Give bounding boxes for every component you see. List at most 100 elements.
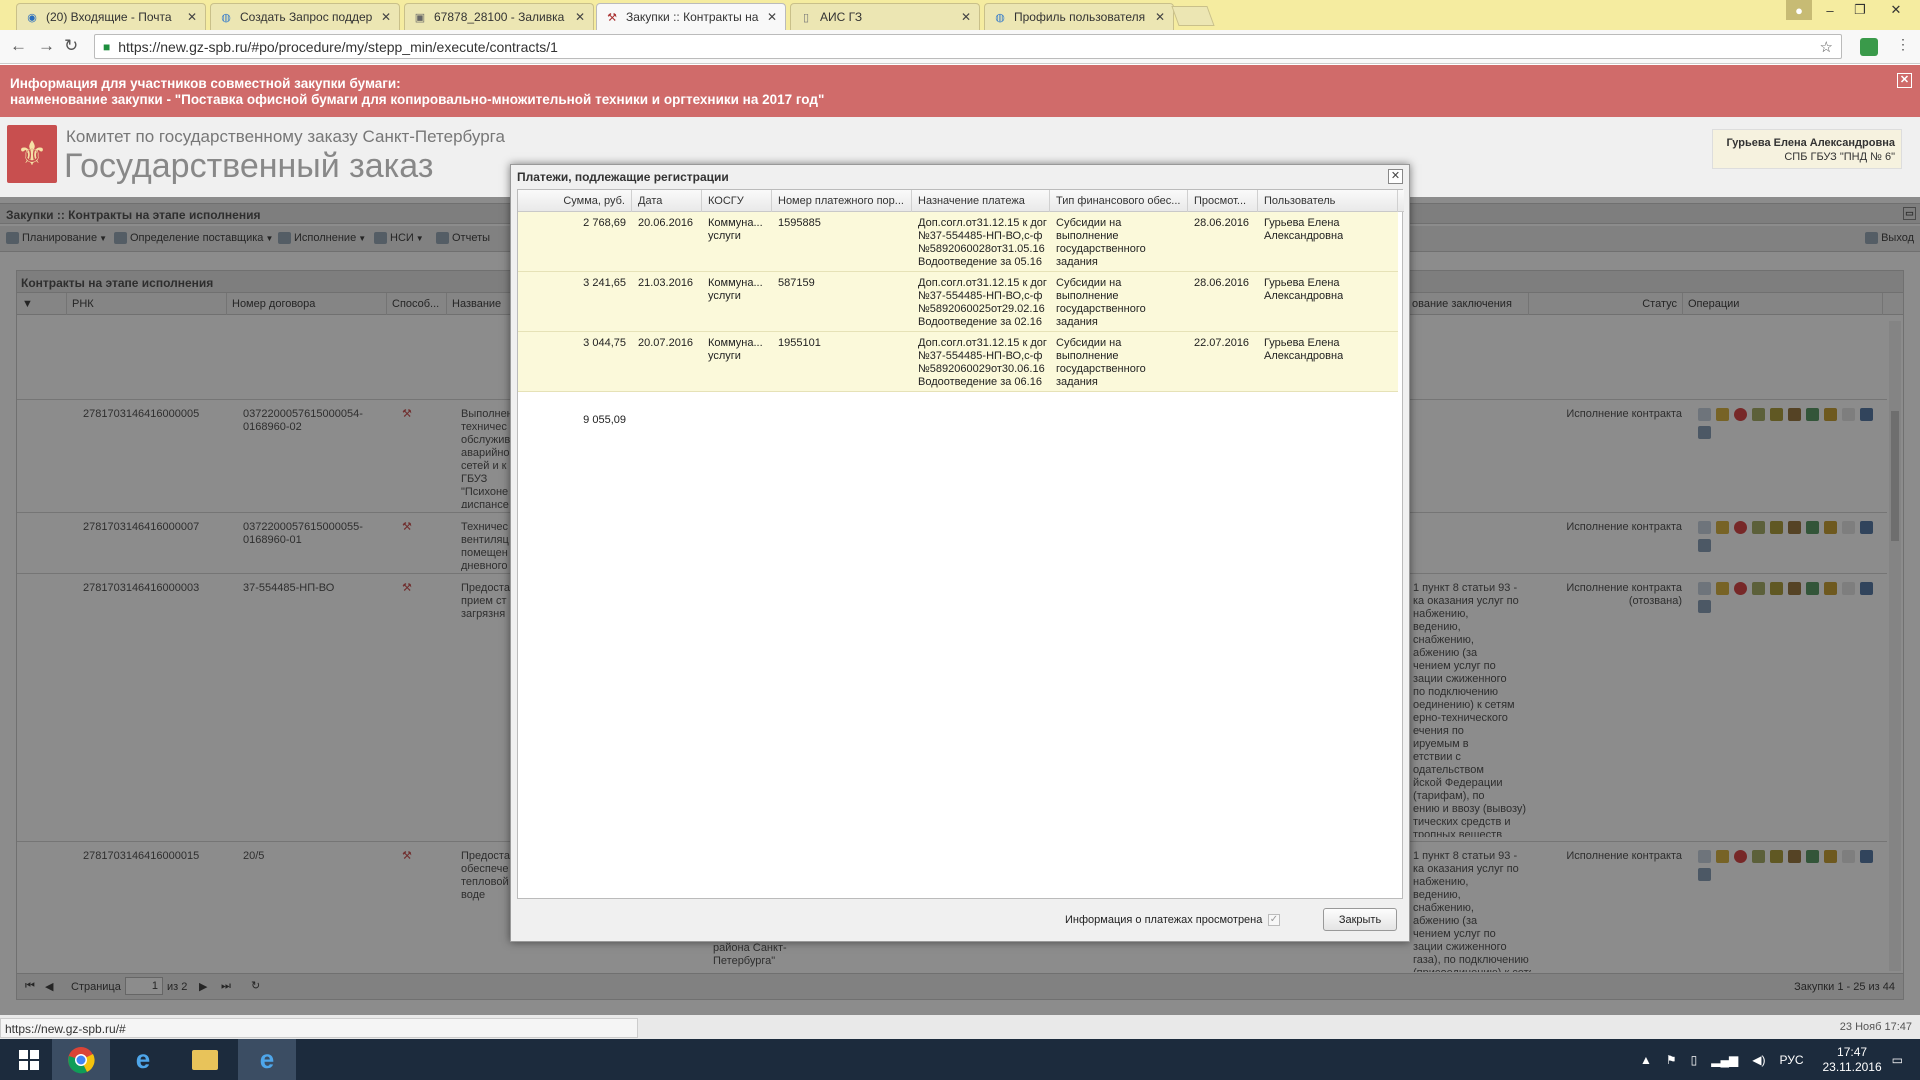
browser-tab-active[interactable]: ⚒ Закупки :: Контракты на ✕ — [596, 3, 786, 30]
page-icon: ▯ — [802, 11, 810, 24]
reload-icon[interactable]: ↻ — [64, 36, 78, 56]
hammer-icon: ⚒ — [607, 11, 617, 24]
browser-tab-strip: ◉ (20) Входящие - Почта ✕ ◍ Создать Запр… — [0, 0, 1920, 30]
address-url: https://new.gz-spb.ru/#po/procedure/my/s… — [118, 38, 558, 55]
internet-explorer-icon[interactable]: e — [114, 1039, 172, 1080]
extension-icon[interactable] — [1860, 38, 1878, 56]
site-title: Государственный заказ — [64, 147, 434, 185]
cell-viewed: 22.07.2016 — [1194, 337, 1250, 349]
col-sum[interactable]: Сумма, руб. — [518, 190, 632, 212]
tab-title: Закупки :: Контракты на — [626, 10, 759, 24]
file-explorer-icon[interactable] — [176, 1039, 234, 1080]
chevron-up-icon[interactable]: ▲ — [1640, 1053, 1652, 1067]
close-button[interactable]: Закрыть — [1323, 908, 1397, 931]
cell-order-number: 587159 — [778, 277, 815, 289]
banner-line-1: Информация для участников совместной зак… — [10, 76, 401, 91]
lock-icon: ■ — [103, 39, 111, 54]
cell-viewed: 28.06.2016 — [1194, 217, 1250, 229]
clock[interactable]: 17:47 23.11.2016 — [1822, 1045, 1881, 1075]
dialog-close-icon[interactable]: ✕ — [1388, 169, 1403, 184]
col-user[interactable]: Пользователь — [1258, 190, 1398, 212]
cell-date: 20.06.2016 — [638, 217, 694, 229]
cell-order-number: 1595885 — [778, 217, 821, 229]
browser-toolbar: ← → ↻ ■ https://new.gz-spb.ru/#po/proced… — [0, 30, 1920, 64]
close-tab-icon[interactable]: ✕ — [1155, 10, 1165, 24]
windows-taskbar: e e ▲ ⚑ ▯ ▂▄▆ ◀) РУС 17:47 23.11.2016 ▭ — [0, 1039, 1920, 1080]
mail-icon: ◉ — [27, 11, 37, 24]
close-window-icon[interactable]: ✕ — [1878, 0, 1914, 20]
notifications-icon[interactable]: ▭ — [1892, 1053, 1903, 1067]
back-icon[interactable]: ← — [10, 36, 27, 56]
close-tab-icon[interactable]: ✕ — [767, 10, 777, 24]
globe-icon: ◍ — [221, 11, 231, 24]
volume-icon[interactable]: ◀) — [1752, 1053, 1765, 1067]
user-org: СПБ ГБУЗ "ПНД № 6" — [1784, 151, 1895, 163]
forward-icon[interactable]: → — [38, 36, 55, 56]
internet-explorer-icon[interactable]: e — [238, 1039, 296, 1080]
info-banner: Информация для участников совместной зак… — [0, 65, 1920, 117]
tab-title: Профиль пользователя — [1014, 10, 1146, 24]
cell-purpose: Доп.согл.от31.12.15 к дог №37-554485-НП-… — [918, 217, 1047, 268]
payment-row[interactable]: 3 241,65 21.03.2016 Коммуна... услуги 58… — [518, 272, 1398, 332]
menu-icon[interactable]: ⋮ — [1896, 36, 1910, 53]
col-fin-type[interactable]: Тип финансового обес... — [1050, 190, 1188, 212]
browser-tab[interactable]: ◍ Создать Запрос поддер ✕ — [210, 3, 400, 30]
cell-date: 21.03.2016 — [638, 277, 694, 289]
col-order-number[interactable]: Номер платежного пор... — [772, 190, 912, 212]
cell-fin-type: Субсидии на выполнение государственного … — [1056, 277, 1146, 328]
cell-kosgu: Коммуна... услуги — [708, 277, 763, 302]
cell-purpose: Доп.согл.от31.12.15 к дог №37-554485-НП-… — [918, 277, 1047, 328]
viewed-label: Информация о платежах просмотрена — [1065, 914, 1263, 926]
address-bar[interactable]: ■ https://new.gz-spb.ru/#po/procedure/my… — [94, 34, 1842, 59]
col-purpose[interactable]: Назначение платежа — [912, 190, 1050, 212]
cell-date: 20.07.2016 — [638, 337, 694, 349]
browser-tab[interactable]: ◍ Профиль пользователя ✕ — [984, 3, 1174, 30]
cell-viewed: 28.06.2016 — [1194, 277, 1250, 289]
language-indicator[interactable]: РУС — [1779, 1053, 1803, 1067]
close-tab-icon[interactable]: ✕ — [575, 10, 585, 24]
cell-sum: 3 044,75 — [583, 337, 626, 349]
col-viewed[interactable]: Просмот... — [1188, 190, 1258, 212]
payments-total: 9 055,09 — [583, 414, 626, 426]
payments-grid-header: Сумма, руб. Дата КОСГУ Номер платежного … — [518, 190, 1404, 212]
restore-icon[interactable]: ❐ — [1846, 0, 1874, 20]
banner-close-button[interactable]: ✕ — [1897, 73, 1912, 88]
user-info[interactable]: Гурьева Елена Александровна СПБ ГБУЗ "ПН… — [1712, 129, 1902, 169]
bookmark-star-icon[interactable]: ☆ — [1820, 38, 1833, 56]
cell-kosgu: Коммуна... услуги — [708, 217, 763, 242]
browser-tab[interactable]: ▯ АИС ГЗ ✕ — [790, 3, 980, 30]
flag-icon[interactable]: ⚑ — [1666, 1053, 1677, 1067]
cell-fin-type: Субсидии на выполнение государственного … — [1056, 337, 1146, 388]
battery-icon[interactable]: ▯ — [1691, 1053, 1698, 1067]
browser-tab[interactable]: ◉ (20) Входящие - Почта ✕ — [16, 3, 206, 30]
clock-time: 17:47 — [1837, 1044, 1868, 1059]
tab-title: 67878_28100 - Заливка — [434, 10, 565, 24]
cell-kosgu: Коммуна... услуги — [708, 337, 763, 362]
col-kosgu[interactable]: КОСГУ — [702, 190, 772, 212]
tab-title: (20) Входящие - Почта — [46, 10, 172, 24]
close-tab-icon[interactable]: ✕ — [961, 10, 971, 24]
browser-tab[interactable]: ▣ 67878_28100 - Заливка ✕ — [404, 3, 594, 30]
chrome-icon[interactable] — [52, 1039, 110, 1080]
cell-user: Гурьева Елена Александровна — [1264, 337, 1344, 362]
col-date[interactable]: Дата — [632, 190, 702, 212]
viewed-checkbox[interactable]: ✓ — [1268, 914, 1280, 926]
close-tab-icon[interactable]: ✕ — [381, 10, 391, 24]
globe-icon: ◍ — [995, 11, 1005, 24]
status-url: https://new.gz-spb.ru/# — [0, 1018, 638, 1038]
dialog-footer: Информация о платежах просмотрена ✓ Закр… — [511, 901, 1409, 941]
minimize-icon[interactable]: – — [1816, 0, 1844, 20]
cell-sum: 2 768,69 — [583, 217, 626, 229]
close-tab-icon[interactable]: ✕ — [187, 10, 197, 24]
payment-row[interactable]: 2 768,69 20.06.2016 Коммуна... услуги 15… — [518, 212, 1398, 272]
clock-date: 23.11.2016 — [1822, 1059, 1882, 1074]
coat-of-arms-logo: ⚜ — [7, 125, 57, 183]
user-name: Гурьева Елена Александровна — [1726, 137, 1895, 149]
new-tab-button[interactable] — [1171, 6, 1215, 26]
tab-title: АИС ГЗ — [820, 10, 863, 24]
payment-row[interactable]: 3 044,75 20.07.2016 Коммуна... услуги 19… — [518, 332, 1398, 392]
cell-sum: 3 241,65 — [583, 277, 626, 289]
network-icon[interactable]: ▂▄▆ — [1711, 1053, 1738, 1067]
user-profile-icon[interactable]: ● — [1786, 0, 1812, 20]
windows-start-icon[interactable] — [0, 1039, 58, 1080]
